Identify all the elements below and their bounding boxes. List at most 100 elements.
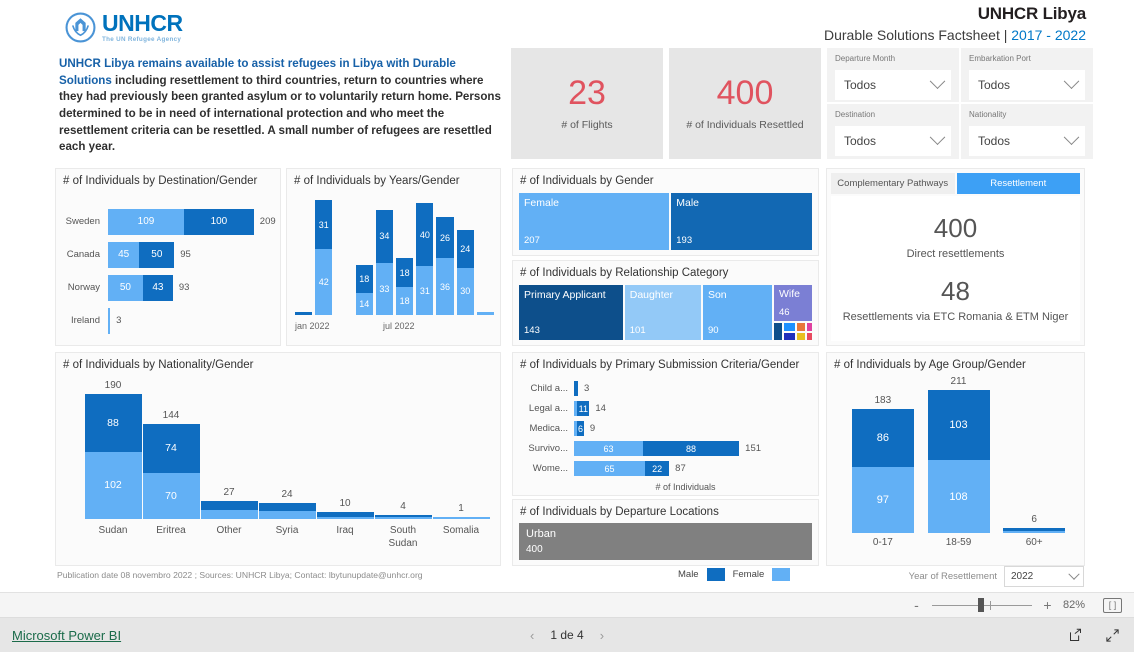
chart-bar-row[interactable]: Sweden 109 100 209 <box>56 205 280 238</box>
chart-relationship-treemap[interactable]: # of Individuals by Relationship Categor… <box>512 260 819 346</box>
chart-column[interactable]: 18 14 <box>355 195 373 315</box>
chart-bar-row[interactable]: Survivo... 63 88 151 <box>518 439 813 458</box>
treemap-tile[interactable]: Son 90 <box>702 285 772 340</box>
bar-segment-female[interactable]: 31 <box>416 266 434 315</box>
treemap-tile-small[interactable] <box>783 332 795 340</box>
bar-segment-male[interactable]: 31 <box>315 200 333 249</box>
bar-segment-female[interactable]: 30 <box>456 267 474 315</box>
chart-bar-row[interactable]: Canada 45 50 95 <box>56 238 280 271</box>
treemap-tile-small[interactable] <box>796 332 805 340</box>
chart-age-group-gender[interactable]: # of Individuals by Age Group/Gender 183… <box>826 352 1085 566</box>
bar-segment-male[interactable]: 40 <box>416 203 434 267</box>
footer-actions[interactable] <box>1068 628 1120 643</box>
chart-plot-area[interactable]: Sweden 109 100 209 Canada 45 50 95 Norway 50 43 93 I… <box>56 187 280 337</box>
bar-segment-female[interactable] <box>476 311 495 315</box>
chart-column[interactable]: 18 18 <box>396 195 414 315</box>
chart-column[interactable]: 144 74 70 <box>142 377 200 519</box>
previous-page-icon[interactable]: ‹ <box>530 628 534 643</box>
bar-segment-male[interactable]: 100 <box>184 208 254 235</box>
chart-bar-row[interactable]: Norway 50 43 93 <box>56 271 280 304</box>
treemap-area[interactable]: Primary Applicant 143 Daughter 101 Son 9… <box>519 285 813 340</box>
bar-segment-female[interactable]: 65 <box>574 461 646 476</box>
chart-destination-gender[interactable]: # of Individuals by Destination/Gender S… <box>55 168 281 346</box>
chart-column[interactable]: 34 33 <box>375 195 394 315</box>
chart-column[interactable]: 4 <box>374 377 432 519</box>
treemap-tile-group[interactable] <box>806 323 813 340</box>
powerbi-brand-link[interactable]: Microsoft Power BI <box>12 628 121 643</box>
chart-bar-row[interactable]: Medica... 6 9 <box>518 419 813 438</box>
treemap-tile[interactable]: Primary Applicant 143 <box>519 285 623 340</box>
chevron-down-icon[interactable] <box>1068 568 1080 580</box>
bar-segment-male[interactable]: 22 <box>645 461 670 476</box>
chart-plot-area[interactable]: 190 88 102 144 74 70 27 24 10 4 1 Sudan Eritrea Othe… <box>84 377 490 559</box>
slicer-year-of-resettlement[interactable]: Year of Resettlement 2022 <box>909 566 1084 587</box>
slicer-embarkation-port[interactable]: Embarkation Port Todos <box>961 48 1093 102</box>
chart-plot-area[interactable]: 31 42 18 14 34 33 18 18 40 31 26 36 24 30 <box>295 195 495 315</box>
bar-segment-female[interactable] <box>258 511 316 519</box>
chart-departure-locations[interactable]: # of Individuals by Departure Locations … <box>512 499 819 566</box>
bar-segment-female[interactable]: 42 <box>315 248 333 315</box>
chart-column[interactable]: 183 86 97 <box>845 377 921 533</box>
page-navigation[interactable]: ‹ 1 de 4 › <box>530 628 604 643</box>
chart-column[interactable]: 24 30 <box>456 195 474 315</box>
bar-segment-female[interactable]: 97 <box>851 467 914 533</box>
chart-column[interactable]: 6 <box>996 377 1072 533</box>
bar-segment-male[interactable]: 103 <box>927 390 990 461</box>
zoom-out-button[interactable]: - <box>911 598 922 612</box>
slicer-dropdown[interactable]: Todos <box>835 70 951 100</box>
treemap-tile-group[interactable] <box>796 323 805 340</box>
treemap-tile-small[interactable] <box>796 323 805 331</box>
fit-to-page-icon[interactable]: [ ] <box>1103 597 1122 613</box>
treemap-tile-small[interactable] <box>806 323 813 331</box>
chart-column[interactable] <box>335 195 352 315</box>
chart-column[interactable]: 1 <box>432 377 490 519</box>
chart-bar-row[interactable]: Legal a... 11 14 <box>518 399 813 418</box>
chart-column[interactable] <box>476 195 495 315</box>
bar-segment-male[interactable]: 11 <box>577 401 590 416</box>
treemap-tile-group[interactable] <box>783 323 795 340</box>
bar-segment-female[interactable]: 109 <box>108 208 185 235</box>
bar-segment-female[interactable]: 45 <box>108 241 140 268</box>
chart-column[interactable]: 40 31 <box>416 195 434 315</box>
zoom-slider[interactable] <box>932 598 1032 612</box>
bar-segment-male[interactable]: 86 <box>851 409 914 468</box>
bar-segment-female[interactable]: 50 <box>108 274 143 301</box>
zoom-in-button[interactable]: + <box>1042 598 1053 612</box>
bar-segment-male[interactable]: 24 <box>456 230 474 268</box>
chart-column[interactable]: 190 88 102 <box>84 377 142 519</box>
chart-column[interactable]: 26 36 <box>436 195 454 315</box>
bar-segment-female[interactable] <box>1003 531 1066 533</box>
treemap-subgroup[interactable]: Wife 46 <box>773 285 813 340</box>
chart-nationality-gender[interactable]: # of Individuals by Nationality/Gender 1… <box>55 352 501 566</box>
bar-segment-female[interactable]: 36 <box>436 258 454 315</box>
bar-segment-male[interactable]: 50 <box>139 241 175 268</box>
chart-column[interactable]: 27 <box>200 377 258 519</box>
bar-segment-female[interactable]: 108 <box>927 460 990 533</box>
bar-segment-male[interactable]: 18 <box>355 264 373 293</box>
treemap-area[interactable]: Female 207 Male 193 <box>519 193 812 250</box>
bar-segment-female[interactable]: 102 <box>84 451 142 519</box>
bar-segment-male[interactable] <box>258 503 316 512</box>
treemap-tile-small[interactable] <box>783 323 795 331</box>
tab-resettlement[interactable]: Resettlement <box>956 173 1080 194</box>
chart-column[interactable]: 211 103 108 <box>921 376 997 533</box>
chevron-down-icon[interactable] <box>1063 72 1080 89</box>
chart-column[interactable]: 31 42 <box>315 195 333 315</box>
share-icon[interactable] <box>1068 628 1083 643</box>
bar-segment-female[interactable]: 18 <box>396 286 414 315</box>
slicer-destination[interactable]: Destination Todos <box>827 104 959 159</box>
chevron-down-icon[interactable] <box>1063 128 1080 145</box>
chart-submission-criteria-gender[interactable]: # of Individuals by Primary Submission C… <box>512 352 819 496</box>
slicer-dropdown[interactable]: Todos <box>969 126 1085 156</box>
treemap-tile-small[interactable] <box>806 332 813 340</box>
bar-segment-female[interactable]: 33 <box>375 263 394 315</box>
bar-segment-male[interactable] <box>200 501 258 511</box>
slicer-dropdown[interactable]: 2022 <box>1004 566 1084 587</box>
bar-segment-male[interactable]: 88 <box>84 393 142 452</box>
zoom-toolbar[interactable]: - + 82% [ ] <box>0 592 1134 618</box>
slicer-dropdown[interactable]: Todos <box>835 126 951 156</box>
bar-segment-female[interactable]: 70 <box>142 472 200 519</box>
pathways-tabs[interactable]: Complementary Pathways Resettlement <box>831 173 1080 194</box>
chart-column[interactable] <box>295 195 313 315</box>
bar-segment-female[interactable]: 63 <box>574 441 643 456</box>
